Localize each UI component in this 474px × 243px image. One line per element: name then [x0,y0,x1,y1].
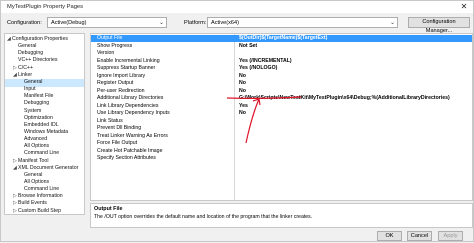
property-row[interactable]: Treat Linker Warning As Errors [91,133,472,140]
tree-item-label: Advanced [24,136,48,143]
property-row[interactable]: Output File $(OutDir)$(TargetName)$(Targe… [91,35,472,43]
tree-item-label: Windows Metadata [24,128,69,135]
tree-item-label: Custom Build Step [18,207,61,214]
tree-item-label: Linker [18,71,33,78]
tree-item-label: C/C++ [18,64,33,71]
property-name: Use Library Dependency Inputs [97,110,170,116]
ok-button[interactable]: OK [377,231,402,241]
property-name: Force File Output [97,140,138,146]
title-bar: MyTestPlugin Property Pages ✕ [1,1,473,13]
property-row[interactable]: Link Status [91,118,472,125]
tree-item-label: Build Events [18,200,47,207]
tree-item-label: Command Line [24,150,60,157]
property-name: Enable Incremental Linking [97,57,160,64]
close-icon[interactable]: ✕ [459,2,469,12]
property-row[interactable]: Register Output No [91,80,472,87]
property-pages-window: MyTestPlugin Property Pages ✕ Configurat… [0,0,474,242]
configuration-value: Active(Debug) [51,20,87,26]
tree-item-label: All Options [24,143,50,150]
configuration-manager-button[interactable]: Configuration Manager... [408,17,470,34]
property-row[interactable]: Per-user Redirection No [91,88,472,95]
property-row[interactable]: Create Hot Patchable Image [91,148,472,155]
description-text: The /OUT option overrides the default na… [94,214,313,220]
property-row[interactable]: Show Progress Not Set [91,43,472,50]
property-name: Prevent Dll Binding [97,125,142,131]
tree-item-label: VC++ Directories [18,57,58,64]
tree-item-label: Command Line [24,186,60,193]
chevron-down-icon: ⌄ [389,20,395,26]
tree-item-label: General [18,43,37,50]
property-row[interactable]: Use Library Dependency Inputs No [91,110,472,117]
property-row[interactable]: Prevent Dll Binding [91,125,472,132]
configuration-dropdown[interactable]: Active(Debug) ⌄ [47,17,167,28]
tree-item-label: Embedded IDL [24,121,59,128]
property-name: Register Output [97,80,134,86]
property-row[interactable]: Additional Library Directories G:\Work\Sc… [91,95,472,102]
tree-item-label: System [24,107,42,114]
property-value[interactable]: Not Set [239,43,257,50]
tree-item-label: Optimization [24,114,53,121]
tree-item[interactable]: ▷Custom Build Step [5,207,84,214]
property-row[interactable]: Enable Incremental Linking Yes (/INCREMEN… [91,58,472,65]
tree-item-label: XML Document Generator [18,164,79,171]
configuration-label: Configuration: [7,20,42,26]
property-name: Output File [97,35,123,41]
description-title: Output File [94,206,123,212]
tree-item-label: Debugging [18,50,44,57]
property-name: Suppress Startup Banner [97,65,156,71]
property-value[interactable]: No [239,110,246,117]
tree-item-label: Manifest File [24,93,54,100]
property-row[interactable]: Ignore Import Library No [91,73,472,80]
property-grid: Output File $(OutDir)$(TargetName)$(Targe… [90,33,473,201]
platform-value: Active(x64) [211,20,239,26]
property-value[interactable]: No [239,88,246,95]
apply-button[interactable]: Apply [438,231,463,241]
tree-item-label: Debugging [24,100,50,107]
property-row[interactable]: Link Library Dependencies Yes [91,103,472,110]
property-row[interactable]: Suppress Startup Banner Yes (/NOLOGO) [91,65,472,72]
chevron-down-icon: ⌄ [158,20,164,26]
property-name: Specify Section Attributes [97,155,156,161]
property-name: Create Hot Patchable Image [97,147,163,154]
property-value[interactable]: No [239,80,246,87]
tree-item-label: Configuration Properties [12,36,68,42]
tree-item-label: All Options [24,179,50,185]
tree-item-label: Manifest Tool [18,157,49,164]
property-value[interactable]: Yes (/NOLOGO) [239,65,277,72]
description-panel: Output File The /OUT option overrides th… [90,203,473,228]
property-row[interactable]: Specify Section Attributes [91,155,472,162]
platform-dropdown[interactable]: Active(x64) ⌄ [207,17,398,28]
tree-item-label: Input [24,86,36,93]
property-name: Link Library Dependencies [97,102,159,109]
property-row[interactable]: Version [91,50,472,57]
property-value[interactable]: Yes [239,103,248,110]
configuration-bar: Configuration: Active(Debug) ⌄ Platform:… [1,14,473,34]
cancel-button[interactable]: Cancel [407,231,432,241]
property-name: Show Progress [97,42,133,49]
property-value[interactable]: G:\Work\Scripts\NewTestKit\MyTestPlugin\… [239,95,450,102]
property-value[interactable]: No [239,73,246,80]
tree-item-label: General [24,171,43,178]
property-tree: ◢Configuration Properties General Debuggin… [4,33,85,215]
property-row[interactable]: Force File Output [91,140,472,147]
property-name: Per-user Redirection [97,87,145,94]
tree-item-label: General [24,78,43,85]
property-name: Version [97,50,115,56]
property-name: Additional Library Directories [97,95,164,101]
platform-label: Platform: [184,20,207,26]
property-value[interactable]: $(OutDir)$(TargetName)$(TargetExt) [239,35,327,42]
property-name: Ignore Import Library [97,72,146,79]
property-name: Link Status [97,117,123,124]
property-value[interactable]: Yes (/INCREMENTAL) [239,58,292,65]
window-title: MyTestPlugin Property Pages [7,4,84,10]
property-name: Treat Linker Warning As Errors [97,132,168,139]
tree-item-label: Browse Information [18,193,63,200]
